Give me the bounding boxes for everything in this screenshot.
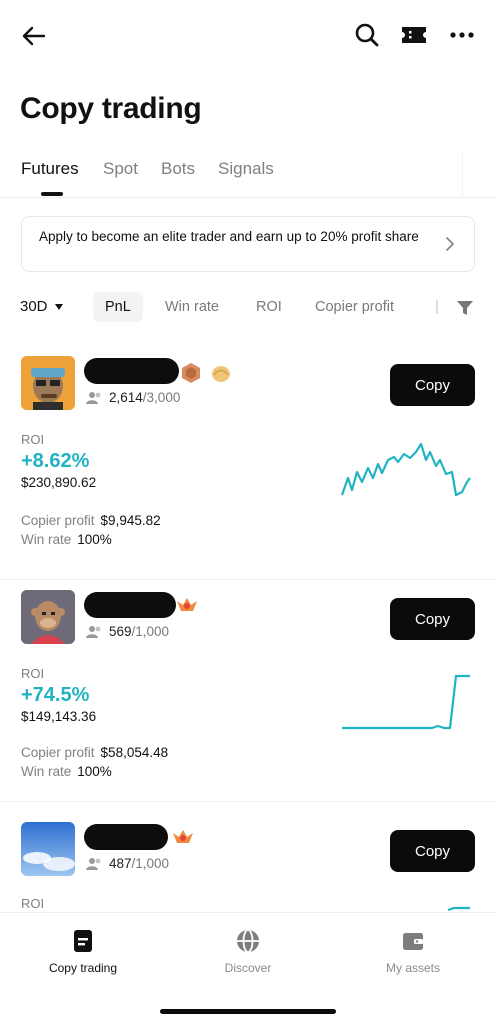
trader-card[interactable]: 487/1,000 Copy ROI [0,822,496,912]
win-rate-row: Win rate 100% [21,532,112,547]
nav-label: My assets [385,961,440,975]
win-rate-row: Win rate 100% [21,764,112,779]
roi-label: ROI [21,432,45,447]
trader-name-redacted [84,358,179,384]
winged-badge-icon [177,598,197,611]
nav-label: Copy trading [48,961,118,975]
tab-signals[interactable]: Signals [218,159,274,179]
roi-value: +8.62% [21,450,90,472]
sort-pnl[interactable]: PnL [93,292,143,322]
filter-bar: 30D PnL Win rate ROI Copier profit [0,288,496,328]
copiers-current: 487 [109,856,132,871]
sort-win-rate[interactable]: Win rate [165,292,219,322]
back-arrow-icon[interactable] [20,22,48,50]
nav-label: Discover [224,961,272,975]
copiers-current: 2,614 [109,390,143,405]
card-divider [0,579,496,580]
ticket-icon[interactable] [400,24,428,46]
pnl-value: $149,143.36 [21,709,97,724]
pnl-value: $230,890.62 [21,475,97,490]
top-bar [0,0,496,70]
search-icon[interactable] [354,22,380,48]
bottom-navigation: Copy trading Discover My assets [0,912,496,1024]
avatar [21,590,75,644]
trader-name-redacted [84,824,168,850]
win-rate-value: 100% [77,764,112,779]
copier-profit-label: Copier profit [21,745,95,760]
win-rate-value: 100% [77,532,112,547]
roi-value: +74.5% [21,684,90,706]
chevron-right-icon [446,237,454,251]
more-icon[interactable] [448,24,476,46]
copier-count: 487/1,000 [86,856,169,871]
sort-copier-profit[interactable]: Copier profit [315,292,394,322]
copy-button[interactable]: Copy [390,598,475,640]
trader-name-redacted [84,592,176,618]
wallet-icon [403,933,423,950]
globe-icon [237,929,259,953]
tabs-separator [462,150,463,198]
bronze-badge-icon [182,363,200,383]
copy-button[interactable]: Copy [390,364,475,406]
avatar [21,822,75,876]
roi-label: ROI [21,666,45,681]
trader-card[interactable]: 569/1,000 Copy ROI +74.5% $149,143.36 Co… [0,590,496,802]
filter-overflow-mark [436,300,438,314]
home-indicator [160,1009,336,1014]
win-rate-label: Win rate [21,764,72,779]
winged-badge-icon [173,830,193,843]
tab-futures[interactable]: Futures [21,159,79,179]
shell-badge-icon [212,366,230,382]
period-dropdown[interactable]: 30D [20,298,64,315]
active-tab-indicator [41,192,63,196]
copier-count: 2,614/3,000 [86,390,180,405]
copy-button[interactable]: Copy [390,830,475,872]
users-icon [86,858,101,870]
banner-text: Apply to become an elite trader and earn… [39,229,419,244]
document-icon [74,930,92,952]
copiers-max: /1,000 [131,624,170,639]
sort-roi[interactable]: ROI [256,292,282,322]
nav-discover[interactable]: Discover [178,927,318,975]
filter-icon[interactable] [456,299,474,317]
period-label: 30D [20,298,48,315]
copier-count: 569/1,000 [86,624,169,639]
nav-copy-trading[interactable]: Copy trading [13,927,153,975]
tab-bots[interactable]: Bots [161,159,195,179]
copier-profit-row: Copier profit $9,945.82 [21,513,161,528]
copier-profit-value: $58,054.48 [100,745,169,760]
copier-profit-row: Copier profit $58,054.48 [21,745,168,760]
page-title: Copy trading [20,92,202,125]
win-rate-label: Win rate [21,532,72,547]
copiers-max: /1,000 [131,856,170,871]
roi-sparkline [340,442,471,497]
roi-label: ROI [21,896,45,911]
copiers-max: /3,000 [142,390,181,405]
nav-my-assets[interactable]: My assets [343,927,483,975]
users-icon [86,626,101,638]
caret-down-icon [54,303,63,310]
users-icon [86,392,101,404]
avatar [21,356,75,410]
copier-profit-value: $9,945.82 [100,513,161,528]
elite-trader-banner[interactable]: Apply to become an elite trader and earn… [21,216,475,272]
card-divider [0,801,496,802]
roi-sparkline [342,674,470,730]
trader-card[interactable]: 2,614/3,000 Copy ROI +8.62% $230,890.62 … [0,356,496,580]
copier-profit-label: Copier profit [21,513,95,528]
tab-spot[interactable]: Spot [103,159,138,179]
copiers-current: 569 [109,624,132,639]
tab-bar: Futures Spot Bots Signals [0,150,496,198]
